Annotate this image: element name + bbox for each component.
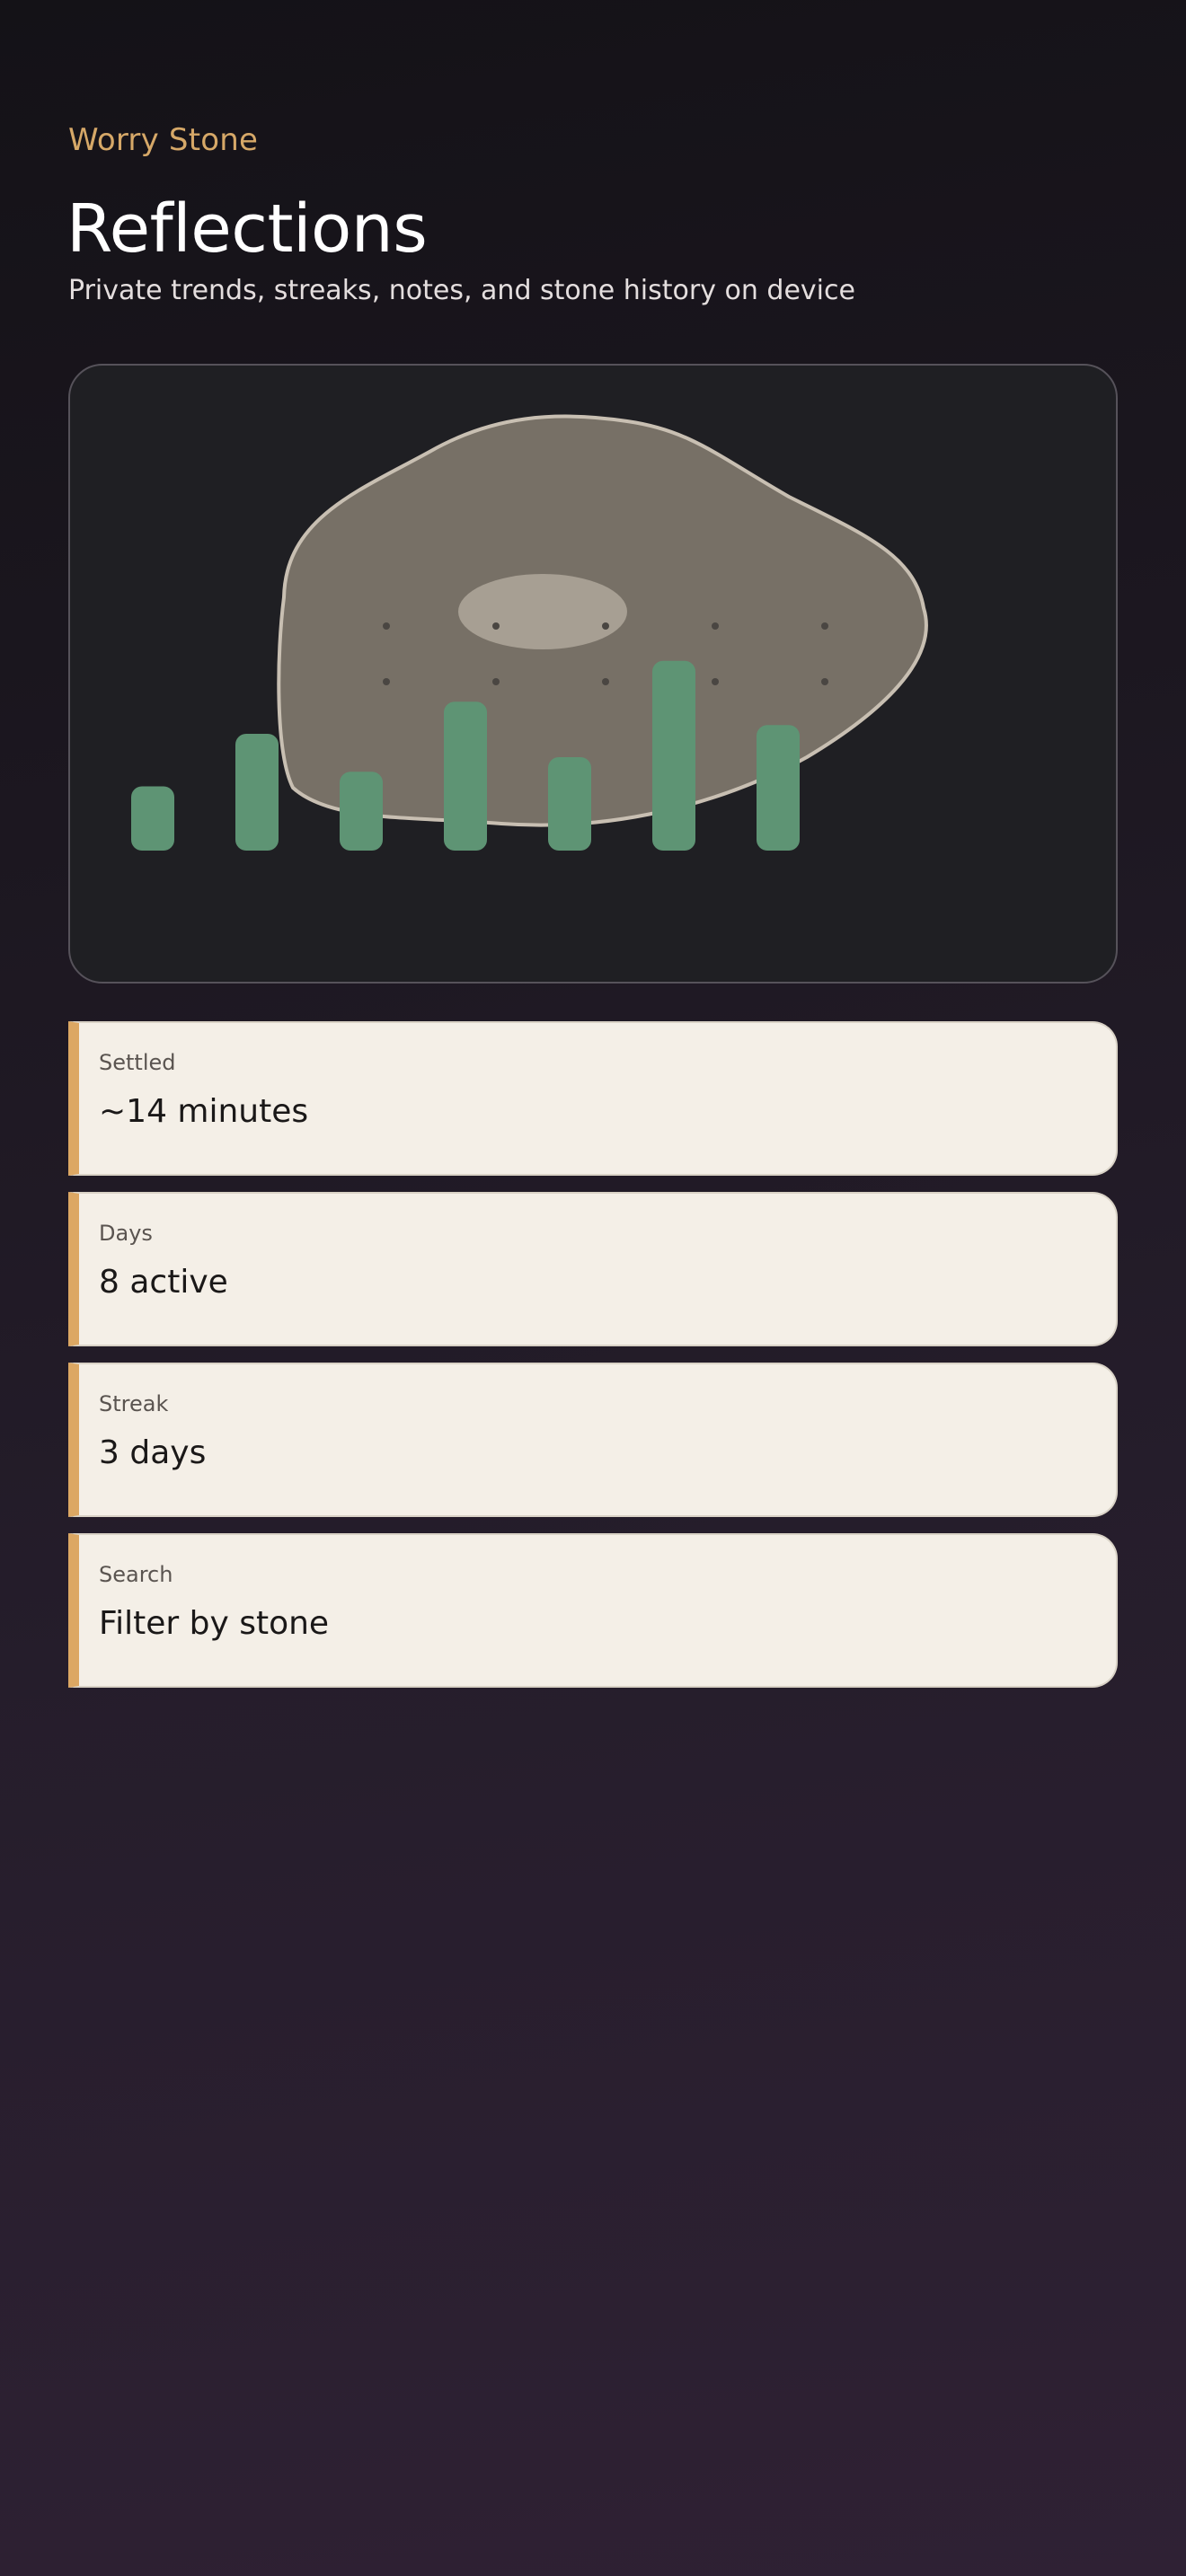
search-filter-value[interactable]: Filter by stone [99,1605,329,1642]
chart-bar [444,701,487,851]
texture-dot [492,678,500,685]
reflection-visual-card [68,364,1118,984]
texture-dot [602,622,609,630]
texture-dot [492,622,500,630]
search-label: Search [99,1562,173,1587]
stat-label: Days [99,1221,153,1246]
texture-dot [602,678,609,685]
app-name: Worry Stone [68,122,259,158]
texture-dot [712,622,719,630]
stone-thumb-dip [458,574,627,649]
texture-dot [712,678,719,685]
stat-label: Streak [99,1391,169,1416]
stat-value: 3 days [99,1434,207,1471]
chart-bar [548,757,591,851]
chart-bar [757,725,800,851]
chart-bar [235,734,279,851]
stat-value: ~14 minutes [99,1093,309,1130]
chart-bar [131,786,174,851]
stat-card-settled[interactable]: Settled ~14 minutes [68,1021,1118,1176]
texture-dot [821,678,828,685]
chart-bar [340,772,383,851]
chart-bar [652,660,695,851]
reflection-chart [131,414,928,851]
page-title: Reflections [66,190,428,268]
search-filter-card[interactable]: Search Filter by stone [68,1533,1118,1688]
page-subtitle: Private trends, streaks, notes, and ston… [68,275,855,306]
stat-label: Settled [99,1050,176,1075]
texture-dot [821,622,828,630]
texture-dot [383,622,390,630]
texture-dot [383,678,390,685]
stat-card-streak[interactable]: Streak 3 days [68,1363,1118,1517]
stat-value: 8 active [99,1264,228,1301]
stat-card-days[interactable]: Days 8 active [68,1192,1118,1346]
